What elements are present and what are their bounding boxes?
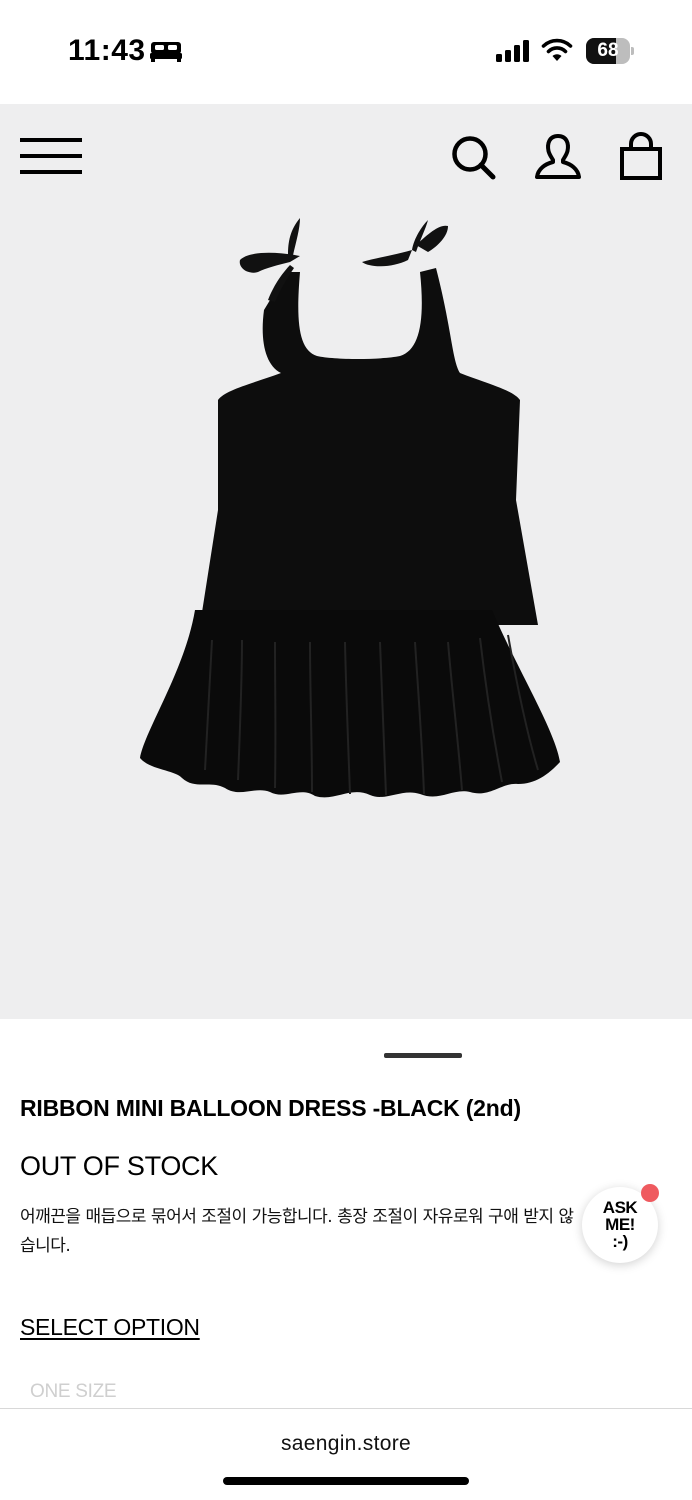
bed-icon: [150, 42, 182, 62]
size-option-one-size[interactable]: ONE SIZE: [30, 1381, 117, 1403]
cellular-signal-icon: [496, 40, 529, 62]
search-icon[interactable]: [450, 134, 496, 180]
product-description: 어깨끈을 매듭으로 묶어서 조절이 가능합니다. 총장 조절이 자유로워 구애 …: [20, 1207, 574, 1256]
url-text[interactable]: saengin.store: [0, 1432, 692, 1456]
chat-notification-dot: [641, 1184, 659, 1202]
sheet-drag-handle[interactable]: [384, 1053, 462, 1058]
account-icon[interactable]: [534, 132, 582, 180]
battery-indicator: 68: [586, 38, 634, 64]
stock-status: OUT OF STOCK: [20, 1151, 218, 1181]
status-bar: 11:43 68: [0, 0, 692, 104]
product-title: RIBBON MINI BALLOON DRESS -BLACK (2nd): [20, 1095, 521, 1121]
home-indicator[interactable]: [223, 1477, 469, 1485]
bag-icon[interactable]: [620, 132, 662, 180]
browser-address-bar[interactable]: saengin.store: [0, 1408, 692, 1500]
status-time: 11:43: [68, 34, 146, 67]
select-option-link[interactable]: SELECT OPTION: [20, 1314, 200, 1341]
wifi-icon: [541, 38, 573, 61]
menu-icon[interactable]: [20, 138, 82, 174]
product-image[interactable]: [130, 210, 570, 810]
battery-percentage: 68: [597, 40, 619, 61]
